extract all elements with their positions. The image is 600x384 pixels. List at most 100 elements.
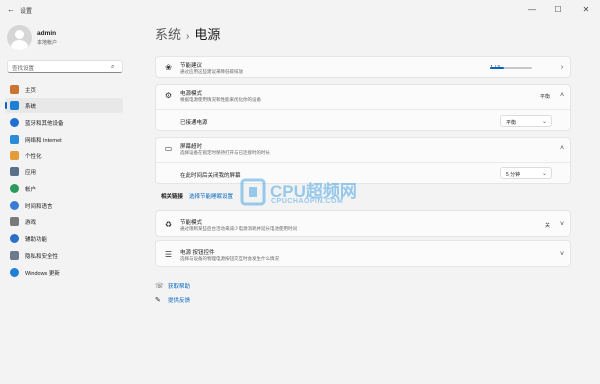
related-links-label: 相关链接 [161,194,184,200]
sidebar-item-system[interactable]: 系统 [5,98,123,113]
screen-timeout-select[interactable]: 5 分钟 ⌄ [500,167,552,179]
card-title: 节能模式 [180,220,203,226]
update-icon [10,268,19,277]
breadcrumb: 系统 › 电源 [155,24,220,43]
person-icon [10,184,19,193]
feedback-label: 提供反馈 [168,298,191,304]
progress-fill [490,67,504,69]
screen-off-label: 在此时间后关闭我的屏幕 [180,173,241,179]
chevron-down-icon[interactable]: ˅ [558,251,566,259]
power-mode-icon: ⚙ [164,91,173,100]
sidebar-item-bluetooth[interactable]: 蓝牙和其他设备 [5,115,123,130]
card-title: 节能建议 [180,63,203,69]
progress-bar [490,67,532,69]
sidebar-item-label: 游戏 [25,220,37,226]
get-help-label: 获取帮助 [168,284,191,290]
leaf-icon: ❀ [165,63,172,72]
sidebar-item-network[interactable]: 网络和 Internet [5,132,123,147]
sidebar-item-label: 隐私和安全性 [25,254,59,260]
back-arrow-icon[interactable]: ← [6,5,16,15]
search-input[interactable]: 查找设置 ⌕ [7,60,123,73]
plugged-in-label: 已接通电源 [180,120,208,126]
accessibility-icon [10,234,19,243]
sidebar-item-label: 应用 [25,170,37,176]
page-title: 电源 [194,27,221,42]
watermark: CPU超频网 CPUCHAOPIN.COM [240,175,370,211]
divider [156,109,570,110]
watermark-logo [240,178,266,206]
feedback-icon: ✎ [155,297,161,304]
power-mode-value: 平衡 [539,94,550,100]
related-links: 相关链接 选择节能睡眠设置 [161,192,233,200]
card-subtitle: 选择设备在锁定时保持打开与已连接时的时长 [180,150,270,155]
chevron-right-icon: › [186,31,190,42]
card-title: 屏幕超时 [180,144,203,150]
search-icon: ⌕ [111,64,115,70]
sidebar-item-label: 时间和语言 [25,204,53,210]
sidebar-item-label: Windows 更新 [25,271,60,277]
feedback-link[interactable]: ✎ 提供反馈 [155,296,190,304]
energy-saver-card[interactable]: ♻ 节能模式 通过限制某些后台活动来减少电源消耗并延长电池使用时间 关 ˅ [155,210,571,237]
breadcrumb-parent[interactable]: 系统 [155,27,181,42]
power-button-card[interactable]: ☰ 电源 按钮控件 选择与设备的物理电源按钮交互时会发生什么情况 ˅ [155,240,571,267]
search-placeholder: 查找设置 [12,66,35,72]
wifi-icon [10,135,19,144]
title-bar: ← 设置 — ☐ ✕ [0,0,600,20]
minimize-button[interactable]: — [522,0,542,20]
card-subtitle: 选择与设备的物理电源按钮交互时会发生什么情况 [180,256,279,261]
active-indicator [5,102,7,109]
chevron-down-icon[interactable]: ˅ [558,221,566,229]
card-subtitle: 通过应用这些建议来降低碳排放 [180,69,243,74]
sidebar-item-label: 网络和 Internet [25,138,62,144]
chevron-down-icon: ⌄ [541,119,547,125]
list-icon: ☰ [164,250,173,259]
chevron-up-icon[interactable]: ˄ [558,92,566,100]
energy-saver-icon: ♻ [164,220,173,229]
get-help-link[interactable]: ☏ 获取帮助 [155,282,190,290]
apps-icon [10,167,19,176]
sidebar-item-label: 主页 [25,88,37,94]
globe-clock-icon [10,201,19,210]
energy-recommendations-card[interactable]: ❀ 节能建议 通过应用这些建议来降低碳排放 1 / 3 › [155,56,571,78]
energy-saver-value: 关 [544,223,550,229]
brush-icon [10,151,19,160]
sidebar-item-accounts[interactable]: 帐户 [5,181,123,196]
sidebar-item-accessibility[interactable]: 辅助功能 [5,231,123,246]
sidebar-item-label: 帐户 [25,187,37,193]
sidebar-item-home[interactable]: 主页 [5,82,123,97]
power-mode-select[interactable]: 平衡 ⌄ [500,115,552,127]
select-value: 平衡 [506,120,517,126]
select-value: 5 分钟 [506,172,521,178]
account-type: 本地帐户 [37,40,58,46]
card-title: 电源 按钮控件 [180,250,215,256]
power-mode-card[interactable]: ⚙ 电源模式 根据电源使用情况和性能来优化你的设备 平衡 ˄ 已接通电源 平衡 … [155,84,571,131]
sidebar-item-label: 系统 [25,104,37,110]
monitor-icon: ▭ [164,144,173,153]
sidebar-item-label: 蓝牙和其他设备 [25,121,64,127]
sidebar-item-windows-update[interactable]: Windows 更新 [5,265,123,280]
watermark-sub: CPUCHAOPIN.COM [271,198,344,205]
card-subtitle: 通过限制某些后台活动来减少电源消耗并延长电池使用时间 [180,226,297,231]
card-title: 电源模式 [180,91,203,97]
sidebar-item-time-language[interactable]: 时间和语言 [5,198,123,213]
maximize-button[interactable]: ☐ [548,0,568,20]
gamepad-icon [10,217,19,226]
chevron-down-icon: ⌄ [541,171,547,177]
user-name: admin [37,30,57,37]
window-title: 设置 [20,9,33,15]
chevron-up-icon[interactable]: ˄ [558,145,566,153]
close-button[interactable]: ✕ [576,0,596,20]
sidebar-item-gaming[interactable]: 游戏 [5,214,123,229]
sleep-settings-link[interactable]: 选择节能睡眠设置 [189,194,233,200]
home-icon [10,85,19,94]
avatar-body [11,40,28,50]
avatar-head [15,30,24,39]
sidebar-item-personalization[interactable]: 个性化 [5,148,123,163]
avatar[interactable] [7,25,32,50]
system-icon [10,101,19,110]
divider [156,162,570,163]
sidebar-item-privacy[interactable]: 隐私和安全性 [5,248,123,263]
sidebar-item-apps[interactable]: 应用 [5,164,123,179]
bluetooth-icon [10,118,19,127]
sidebar-item-label: 辅助功能 [25,237,48,243]
